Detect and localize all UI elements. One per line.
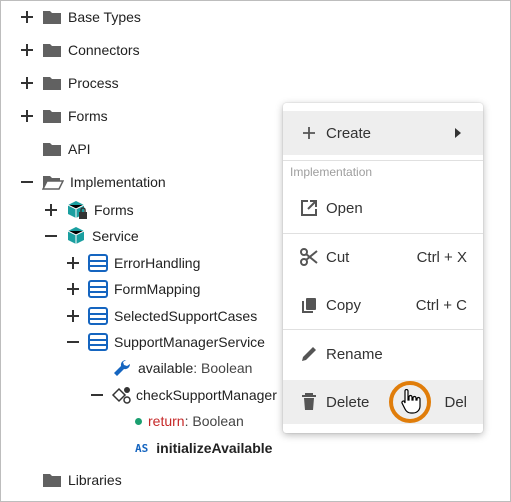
tree-item-type: : Boolean [184, 413, 244, 429]
menu-item-copy[interactable]: Copy Ctrl + C [283, 283, 483, 327]
tree-item-label: Service [92, 228, 139, 244]
expand-icon[interactable] [20, 43, 34, 57]
script-badge-icon: AS [135, 441, 149, 455]
expand-icon[interactable] [66, 256, 80, 270]
tree-item-libraries[interactable]: Libraries [20, 469, 122, 491]
menu-item-create[interactable]: Create [283, 111, 483, 155]
package-icon [66, 226, 86, 246]
tree-item-errorhandling[interactable]: ErrorHandling [66, 252, 200, 274]
status-dot-icon [135, 417, 142, 425]
tree-item-checksupportmanager[interactable]: checkSupportManager [90, 384, 277, 406]
tree-item-label: Implementation [70, 174, 166, 190]
locked-package-icon [66, 200, 88, 220]
tree-item-label: ErrorHandling [114, 255, 201, 271]
tree-item-label: available [138, 360, 194, 376]
hand-cursor-icon [399, 388, 421, 420]
menu-item-label: Delete [326, 393, 370, 411]
collapse-icon[interactable] [20, 175, 34, 189]
menu-item-label: Copy [326, 296, 362, 314]
wrench-icon [112, 358, 132, 378]
tree-item-label: Connectors [68, 42, 140, 58]
tree-item-service[interactable]: Service [44, 225, 139, 247]
service-icon [88, 280, 108, 298]
tree-item-label: SupportManagerService [114, 334, 265, 350]
expand-icon[interactable] [66, 309, 80, 323]
expand-icon[interactable] [44, 203, 58, 217]
pencil-icon [300, 345, 318, 363]
shortcut-label: Ctrl + X [416, 248, 467, 266]
folder-icon [42, 472, 62, 488]
tree-item-supportmanagerservice[interactable]: SupportManagerService [66, 331, 265, 353]
menu-separator [283, 160, 483, 161]
folder-icon [42, 9, 62, 25]
tree-item-implementation-forms[interactable]: Forms [44, 199, 134, 221]
expand-icon[interactable] [20, 109, 34, 123]
scissors-icon [300, 248, 318, 266]
tree-item-label: initializeAvailable [156, 440, 273, 456]
menu-item-label: Cut [326, 248, 350, 266]
open-external-icon [300, 199, 318, 217]
shortcut-label: Ctrl + C [415, 296, 467, 314]
tree-item-label: Forms [94, 202, 134, 218]
open-folder-icon [42, 174, 64, 190]
tree-item-return[interactable]: return: Boolean [135, 410, 244, 432]
expand-icon[interactable] [20, 10, 34, 24]
folder-icon [42, 75, 62, 91]
tree-item-label: Forms [68, 108, 108, 124]
tree-item-label: Base Types [68, 9, 141, 25]
menu-section-label: Implementation [290, 165, 373, 179]
menu-item-open[interactable]: Open [283, 186, 483, 230]
context-menu: Create Implementation Open Cut Ctrl + X … [283, 103, 483, 433]
expand-icon[interactable] [20, 76, 34, 90]
tree-item-label: return [148, 413, 185, 429]
tree-item-type: : Boolean [193, 360, 253, 376]
collapse-icon[interactable] [90, 388, 104, 402]
tree-item-formmapping[interactable]: FormMapping [66, 278, 200, 300]
tree-item-implementation[interactable]: Implementation [20, 171, 166, 193]
tree-item-label: Process [68, 75, 119, 91]
copy-icon [300, 296, 318, 314]
folder-icon [42, 108, 62, 124]
tree-item-available[interactable]: available: Boolean [112, 357, 252, 379]
tree-item-process[interactable]: Process [20, 72, 119, 94]
operation-icon [110, 385, 132, 405]
trash-icon [300, 393, 318, 411]
menu-separator [283, 233, 483, 234]
tree-item-label: API [68, 141, 91, 157]
folder-icon [42, 42, 62, 58]
tree-item-base-types[interactable]: Base Types [20, 6, 141, 28]
shortcut-label: Del [444, 393, 467, 411]
tree-item-label: SelectedSupportCases [114, 308, 258, 324]
menu-separator [283, 329, 483, 330]
folder-icon [42, 141, 62, 157]
tree-item-selectedsupportcases[interactable]: SelectedSupportCases [66, 305, 257, 327]
menu-item-label: Open [326, 199, 363, 217]
collapse-icon[interactable] [44, 229, 58, 243]
expand-icon[interactable] [66, 282, 80, 296]
service-icon [88, 333, 108, 351]
submenu-arrow-icon [455, 125, 461, 142]
tree-item-connectors[interactable]: Connectors [20, 39, 140, 61]
tree-item-forms[interactable]: Forms [20, 105, 108, 127]
tree-item-label: FormMapping [114, 281, 201, 297]
menu-item-label: Create [326, 124, 372, 142]
tree-item-api[interactable]: API [20, 138, 91, 160]
tree-item-label: checkSupportManager [136, 387, 277, 403]
menu-item-delete[interactable]: Delete Del [283, 380, 483, 424]
menu-item-cut[interactable]: Cut Ctrl + X [283, 235, 483, 279]
service-icon [88, 254, 108, 272]
collapse-icon[interactable] [66, 335, 80, 349]
tree-item-initializeavailable[interactable]: AS initializeAvailable [135, 437, 272, 459]
service-icon [88, 307, 108, 325]
plus-icon [300, 126, 318, 140]
menu-item-label: Rename [326, 345, 383, 363]
tree-item-label: Libraries [68, 472, 122, 488]
menu-item-rename[interactable]: Rename [283, 332, 483, 376]
